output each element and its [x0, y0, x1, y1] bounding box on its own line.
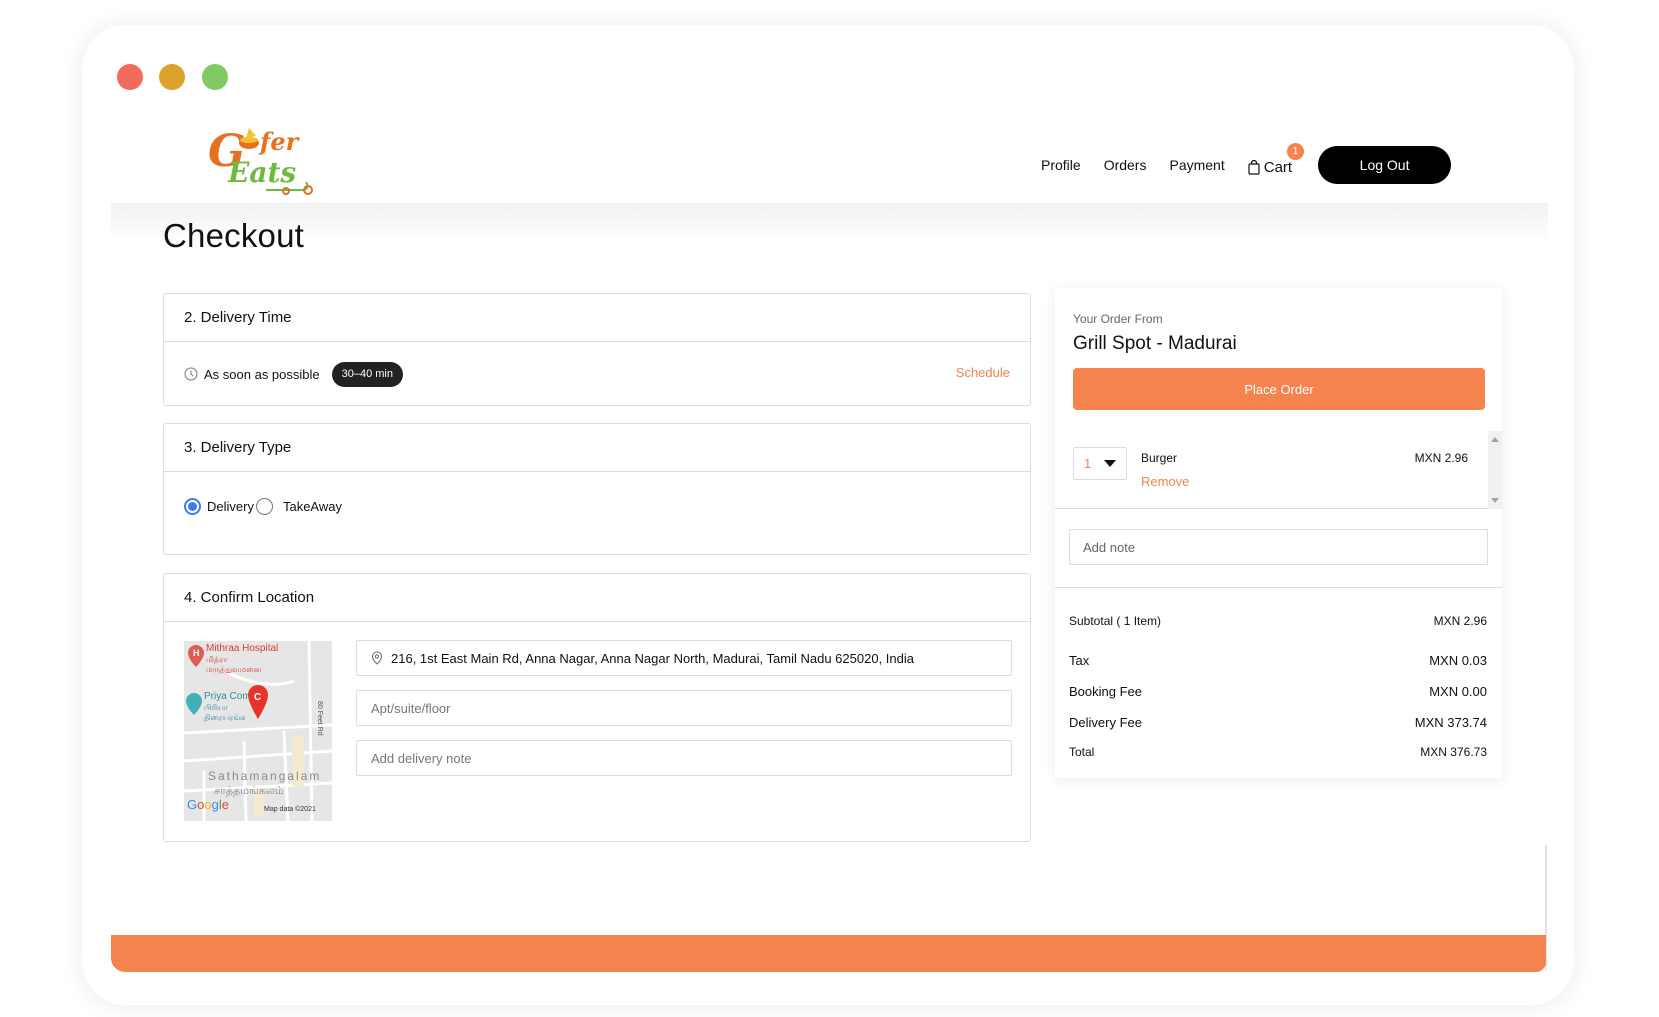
- logo-text-bottom: Eats: [227, 156, 296, 189]
- item-price: MXN 2.96: [1414, 451, 1468, 465]
- nav-orders-link[interactable]: Orders: [1104, 157, 1147, 173]
- schedule-link[interactable]: Schedule: [956, 365, 1010, 380]
- summary-row-subtotal: Subtotal ( 1 Item) MXN 2.96: [1069, 614, 1487, 628]
- map-label-cinema: Priya Com: [204, 691, 251, 702]
- delivery-radio-label[interactable]: Delivery: [207, 499, 254, 514]
- summary-divider: [1055, 587, 1502, 588]
- google-logo: Google: [187, 797, 229, 812]
- summary-value: MXN 0.00: [1429, 684, 1487, 699]
- header-shadow: [111, 203, 1548, 243]
- summary-label: Tax: [1069, 653, 1090, 668]
- remove-item-link[interactable]: Remove: [1141, 474, 1189, 489]
- marker-label: C: [254, 692, 261, 703]
- confirm-location-heading: 4. Confirm Location: [164, 574, 1030, 622]
- asap-option[interactable]: As soon as possible: [204, 367, 320, 382]
- bowl-fill: [240, 137, 258, 143]
- order-note-field[interactable]: [1069, 529, 1488, 565]
- scroll-up-arrow-icon[interactable]: [1491, 437, 1499, 442]
- summary-row-delivery-fee: Delivery Fee MXN 373.74: [1069, 715, 1487, 730]
- summary-value: MXN 2.96: [1433, 614, 1487, 628]
- map-label-hospital-ta2: மருத்துவமனை: [206, 665, 262, 675]
- item-name: Burger: [1141, 451, 1178, 465]
- cart-label: Cart: [1263, 158, 1293, 176]
- window-maximize-button[interactable]: [202, 64, 228, 90]
- delivery-radio[interactable]: [184, 498, 201, 515]
- summary-value: MXN 373.74: [1414, 715, 1487, 730]
- nacho-icon: [246, 128, 256, 138]
- nav-profile-link[interactable]: Profile: [1041, 157, 1081, 173]
- logo-text-top: fer: [258, 127, 301, 156]
- nav-payment-link[interactable]: Payment: [1169, 157, 1224, 173]
- dropdown-caret-icon: [1104, 460, 1116, 467]
- quantity-select[interactable]: 1: [1073, 447, 1127, 480]
- gofer-eats-logo[interactable]: G fer Eats: [206, 120, 326, 195]
- restaurant-name: Grill Spot - Madurai: [1073, 333, 1237, 354]
- order-summary-card: Your Order From Grill Spot - Madurai Pla…: [1055, 288, 1502, 778]
- top-nav: Profile Orders Payment Cart 1 Log Out: [1041, 142, 1452, 184]
- map-label-hospital: Mithraa Hospital: [206, 643, 278, 654]
- apt-field[interactable]: [356, 690, 1012, 726]
- items-scrollbar[interactable]: [1488, 431, 1502, 509]
- summary-row-booking-fee: Booking Fee MXN 0.00: [1069, 684, 1487, 699]
- summary-label: Subtotal ( 1 Item): [1069, 614, 1162, 628]
- quantity-value: 1: [1084, 456, 1092, 471]
- confirm-location-section: 4. Confirm Location H Mithraa Hospital ம…: [163, 573, 1031, 842]
- order-note-input[interactable]: [1083, 539, 1487, 555]
- delivery-type-heading: 3. Delivery Type: [164, 424, 1030, 472]
- eta-badge: 30–40 min: [331, 361, 403, 387]
- window-minimize-button[interactable]: [159, 64, 185, 90]
- delivery-time-section: 2. Delivery Time As soon as possible 30–…: [163, 293, 1031, 406]
- page-title: Checkout: [163, 217, 305, 254]
- delivery-note-input[interactable]: [371, 750, 1011, 766]
- cart-items-list: 1 Burger Remove MXN 2.96: [1055, 431, 1502, 509]
- window-close-button[interactable]: [117, 64, 143, 90]
- clock-icon: [184, 367, 198, 381]
- delivery-note-field[interactable]: [356, 740, 1012, 776]
- map-label-area: Sathamangalam: [208, 769, 321, 783]
- location-pin-icon: [371, 651, 383, 665]
- app: G fer Eats Profile Orders Payment Cart 1…: [111, 110, 1548, 972]
- footer-bar: [111, 935, 1546, 972]
- map-label-cinema-ta2: திரையரங்க: [204, 713, 245, 722]
- nav-cart-link[interactable]: Cart 1: [1248, 142, 1305, 176]
- scroll-down-arrow-icon[interactable]: [1491, 498, 1499, 503]
- cart-count-badge: 1: [1287, 142, 1305, 160]
- address-field[interactable]: [356, 640, 1012, 676]
- summary-row-total: Total MXN 376.73: [1069, 745, 1487, 759]
- map-label-area-ta: சாத்தமங்கலம்: [214, 784, 284, 797]
- summary-value: MXN 0.03: [1429, 653, 1487, 668]
- logout-button[interactable]: Log Out: [1318, 146, 1452, 184]
- summary-label: Delivery Fee: [1069, 715, 1142, 730]
- map-label-road: 80 Feet Rd: [316, 701, 323, 736]
- summary-value: MXN 376.73: [1420, 745, 1487, 759]
- location-map[interactable]: H Mithraa Hospital மித்ரா மருத்துவமனை Pr…: [184, 641, 332, 821]
- place-order-button[interactable]: Place Order: [1073, 368, 1485, 410]
- summary-label: Total: [1069, 745, 1095, 759]
- map-label-hospital-ta: மித்ரா: [206, 655, 228, 664]
- address-input[interactable]: [391, 650, 1011, 666]
- map-attribution: Map data ©2021: [264, 805, 316, 813]
- map-label-cinema-ta: பிரியா: [204, 703, 229, 712]
- svg-text:H: H: [193, 648, 200, 658]
- summary-label: Booking Fee: [1069, 684, 1142, 699]
- takeaway-radio[interactable]: [255, 498, 273, 515]
- order-from-label: Your Order From: [1073, 312, 1163, 326]
- apt-input[interactable]: [371, 700, 1011, 716]
- takeaway-radio-label[interactable]: TakeAway: [283, 499, 342, 514]
- delivery-time-heading: 2. Delivery Time: [164, 294, 1030, 342]
- delivery-type-section: 3. Delivery Type Delivery TakeAway: [163, 423, 1031, 555]
- header: G fer Eats Profile Orders Payment Cart 1…: [111, 110, 1548, 203]
- shopping-bag-icon: [1248, 159, 1260, 175]
- summary-row-tax: Tax MXN 0.03: [1069, 653, 1487, 668]
